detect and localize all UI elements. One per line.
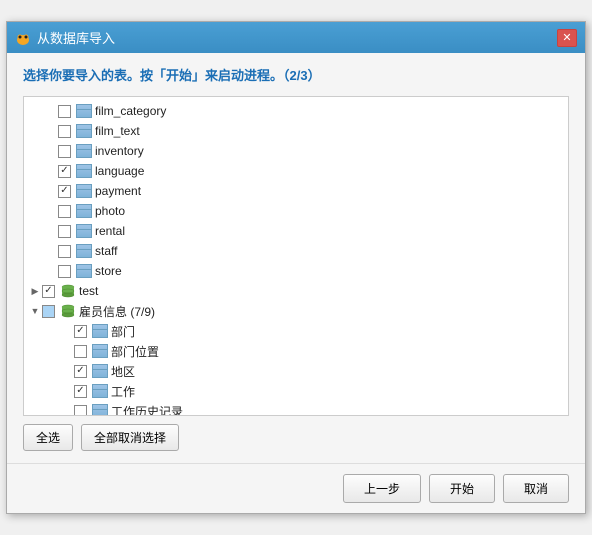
list-item: inventory bbox=[24, 141, 568, 161]
expand-btn-employees[interactable]: ▼ bbox=[28, 304, 42, 318]
list-item: 部门位置 bbox=[24, 341, 568, 361]
table-list[interactable]: film_category film_text inventory bbox=[23, 96, 569, 416]
bottom-buttons: 全选 全部取消选择 bbox=[23, 424, 569, 451]
table-icon bbox=[92, 384, 108, 398]
db-icon bbox=[60, 284, 76, 298]
table-icon bbox=[92, 344, 108, 358]
main-window: 从数据库导入 ✕ 选择你要导入的表。按「开始」来启动进程。（2/3） film_… bbox=[6, 21, 586, 514]
item-label: 工作 bbox=[111, 383, 135, 400]
checkbox-dept-location[interactable] bbox=[74, 345, 87, 358]
expand-btn-test[interactable]: ▶ bbox=[28, 284, 42, 298]
list-item: film_text bbox=[24, 121, 568, 141]
item-label: inventory bbox=[95, 144, 144, 158]
table-icon bbox=[76, 104, 92, 118]
checkbox-film-category[interactable] bbox=[58, 105, 71, 118]
table-icon bbox=[76, 244, 92, 258]
table-icon bbox=[92, 324, 108, 338]
checkbox-staff[interactable] bbox=[58, 245, 71, 258]
checkbox-region[interactable] bbox=[74, 365, 87, 378]
list-item: film_category bbox=[24, 101, 568, 121]
checkbox-rental[interactable] bbox=[58, 225, 71, 238]
checkbox-test[interactable] bbox=[42, 285, 55, 298]
checkbox-job[interactable] bbox=[74, 385, 87, 398]
item-label: rental bbox=[95, 224, 125, 238]
item-label: language bbox=[95, 164, 144, 178]
list-item: language bbox=[24, 161, 568, 181]
checkbox-store[interactable] bbox=[58, 265, 71, 278]
item-label: 雇员信息 (7/9) bbox=[79, 303, 155, 320]
list-item: rental bbox=[24, 221, 568, 241]
content-area: 选择你要导入的表。按「开始」来启动进程。（2/3） film_category … bbox=[7, 53, 585, 463]
checkbox-payment[interactable] bbox=[58, 185, 71, 198]
list-item: 地区 bbox=[24, 361, 568, 381]
footer: 上一步 开始 取消 bbox=[7, 463, 585, 513]
table-icon bbox=[92, 364, 108, 378]
item-label: 地区 bbox=[111, 363, 135, 380]
checkbox-inventory[interactable] bbox=[58, 145, 71, 158]
item-label: 工作历史记录 bbox=[111, 403, 183, 417]
item-label: test bbox=[79, 284, 98, 298]
prev-button[interactable]: 上一步 bbox=[343, 474, 421, 503]
list-item: store bbox=[24, 261, 568, 281]
title-bar: 从数据库导入 ✕ bbox=[7, 22, 585, 53]
instruction-text: 选择你要导入的表。按「开始」来启动进程。（2/3） bbox=[23, 65, 569, 84]
window-title: 从数据库导入 bbox=[37, 28, 115, 47]
table-icon bbox=[76, 164, 92, 178]
item-label: 部门 bbox=[111, 323, 135, 340]
title-bar-left: 从数据库导入 bbox=[15, 28, 115, 47]
item-label: 部门位置 bbox=[111, 343, 159, 360]
list-item: staff bbox=[24, 241, 568, 261]
item-label: photo bbox=[95, 204, 125, 218]
list-item: photo bbox=[24, 201, 568, 221]
start-button[interactable]: 开始 bbox=[429, 474, 495, 503]
list-item-test: ▶ test bbox=[24, 281, 568, 301]
list-item: payment bbox=[24, 181, 568, 201]
checkbox-language[interactable] bbox=[58, 165, 71, 178]
item-label: film_category bbox=[95, 104, 166, 118]
title-buttons: ✕ bbox=[557, 29, 577, 47]
checkbox-job-history[interactable] bbox=[74, 405, 87, 417]
item-label: film_text bbox=[95, 124, 140, 138]
list-item: 部门 bbox=[24, 321, 568, 341]
table-icon bbox=[76, 144, 92, 158]
table-icon bbox=[76, 124, 92, 138]
db-icon bbox=[60, 304, 76, 318]
select-all-button[interactable]: 全选 bbox=[23, 424, 73, 451]
deselect-all-button[interactable]: 全部取消选择 bbox=[81, 424, 179, 451]
item-label: staff bbox=[95, 244, 117, 258]
table-icon bbox=[76, 224, 92, 238]
app-icon bbox=[15, 30, 31, 46]
list-item: 工作历史记录 bbox=[24, 401, 568, 416]
cancel-button[interactable]: 取消 bbox=[503, 474, 569, 503]
list-item: 工作 bbox=[24, 381, 568, 401]
table-icon bbox=[76, 264, 92, 278]
table-icon bbox=[92, 404, 108, 416]
checkbox-employees[interactable] bbox=[42, 305, 55, 318]
table-icon bbox=[76, 184, 92, 198]
close-button[interactable]: ✕ bbox=[557, 29, 577, 47]
list-item-employees: ▼ 雇员信息 (7/9) bbox=[24, 301, 568, 321]
item-label: store bbox=[95, 264, 122, 278]
item-label: payment bbox=[95, 184, 141, 198]
checkbox-photo[interactable] bbox=[58, 205, 71, 218]
checkbox-film-text[interactable] bbox=[58, 125, 71, 138]
checkbox-dept[interactable] bbox=[74, 325, 87, 338]
table-icon bbox=[76, 204, 92, 218]
